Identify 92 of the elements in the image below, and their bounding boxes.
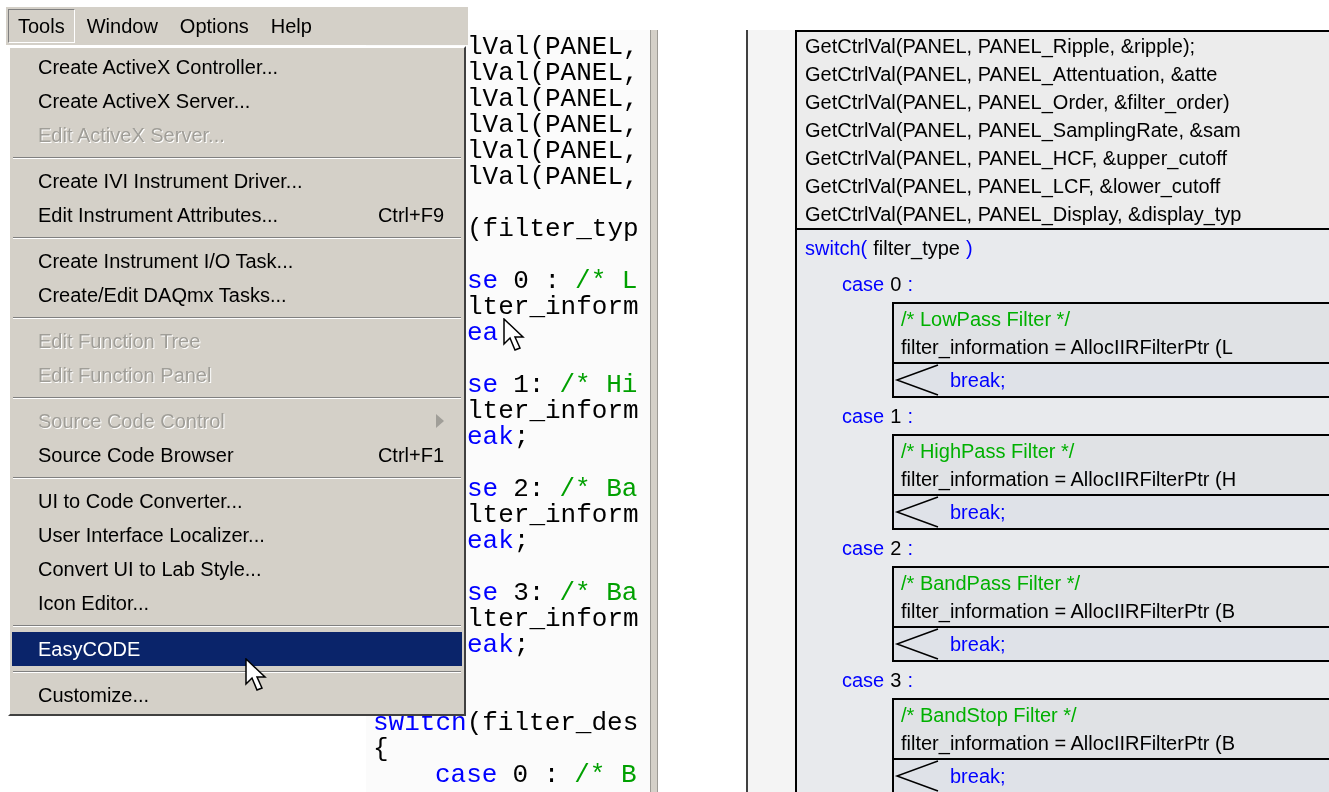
break-keyword: break;	[950, 500, 1006, 525]
comment-text: /* BandStop Filter */	[901, 703, 1077, 728]
code-token: (filter_des	[466, 710, 639, 736]
case-token: case	[842, 272, 885, 297]
break-keyword: break;	[950, 764, 1006, 789]
case-token: case	[842, 668, 885, 693]
code-token: lVal(PANEL,	[467, 60, 639, 86]
statement-text: filter_information = AllocIIRFilterPtr (B	[901, 599, 1235, 625]
statement-text: GetCtrlVal(PANEL, PANEL_Ripple, &ripple);	[805, 34, 1196, 60]
menu-bar-item[interactable]: Help	[260, 9, 322, 43]
submenu-arrow-icon	[436, 414, 444, 428]
menu-item[interactable]: Create ActiveX Controller...	[12, 50, 462, 84]
case-token: 1	[890, 404, 902, 429]
case-token: :	[907, 536, 913, 561]
statement-text: GetCtrlVal(PANEL, PANEL_HCF, &upper_cutoff	[805, 146, 1228, 172]
menu-item[interactable]: Convert UI to Lab Style...	[12, 552, 462, 586]
code-token: /* Ba	[559, 476, 638, 502]
case-token: case	[842, 404, 885, 429]
code-token: eak	[467, 528, 514, 554]
code-token: ea	[467, 320, 499, 346]
break-keyword: break;	[950, 368, 1006, 393]
menu-item[interactable]: Create IVI Instrument Driver...	[12, 164, 462, 198]
code-token: se	[467, 580, 499, 606]
code-token: lter_inform	[467, 294, 639, 320]
code-token: 1:	[513, 372, 545, 398]
code-token: 3:	[513, 580, 545, 606]
code-token: 0 :	[513, 268, 561, 294]
menu-item[interactable]: Icon Editor...	[12, 586, 462, 620]
shortcut-label: Ctrl+F9	[377, 203, 444, 228]
statement-text: GetCtrlVal(PANEL, PANEL_Attentuation, &atte	[805, 62, 1218, 88]
code-token: lVal(PANEL,	[467, 138, 639, 164]
comment-text: /* LowPass Filter */	[901, 307, 1070, 332]
shortcut-label: Ctrl+F1	[377, 443, 444, 468]
code-token: eak	[467, 632, 514, 658]
code-token: lter_inform	[467, 502, 639, 528]
code-token: case	[435, 762, 498, 788]
menu-item[interactable]: EasyCODE	[12, 632, 462, 666]
menu-item[interactable]: Edit Instrument Attributes... Ctrl+F9	[12, 198, 462, 232]
menu-bar-item[interactable]: Window	[76, 9, 168, 43]
switch-token: )	[965, 236, 973, 261]
code-token: {	[373, 736, 389, 762]
code-token: lter_inform	[467, 606, 639, 632]
splitter-bar[interactable]	[650, 30, 658, 792]
statement-text: filter_information = AllocIIRFilterPtr (H	[901, 467, 1237, 493]
menu-item[interactable]: Source Code Browser Ctrl+F1	[12, 438, 462, 472]
statement-text: GetCtrlVal(PANEL, PANEL_LCF, &lower_cutoff	[805, 174, 1221, 200]
menu-item[interactable]: Create ActiveX Server...	[12, 84, 462, 118]
case-token: :	[907, 404, 913, 429]
case-token: :	[907, 668, 913, 693]
menu-item[interactable]: User Interface Localizer...	[12, 518, 462, 552]
case-token: 2	[890, 536, 902, 561]
code-token: /* B	[573, 762, 637, 788]
code-token: (filter_typ	[467, 216, 639, 242]
menu-bar-item[interactable]: Tools	[8, 9, 75, 43]
statement-text: GetCtrlVal(PANEL, PANEL_SamplingRate, &sam	[805, 118, 1241, 144]
menu-item[interactable]: Create/Edit DAQmx Tasks...	[12, 278, 462, 312]
code-token: se	[467, 476, 499, 502]
statement-text: filter_information = AllocIIRFilterPtr (B	[901, 731, 1235, 757]
mouse-pointer-icon	[245, 658, 267, 692]
code-token: lVal(PANEL,	[467, 112, 639, 138]
comment-text: /* HighPass Filter */	[901, 439, 1075, 464]
code-token: ;	[513, 424, 530, 450]
code-token: 2:	[513, 476, 545, 502]
code-token: lter_inform	[467, 398, 639, 424]
code-token: lVal(PANEL,	[467, 86, 639, 112]
code-token: /* Hi	[559, 372, 638, 398]
statement-text: GetCtrlVal(PANEL, PANEL_Order, &filter_order)	[805, 90, 1230, 116]
mouse-pointer-icon	[503, 318, 525, 352]
comment-text: /* BandPass Filter */	[901, 571, 1080, 596]
code-token: lVal(PANEL,	[467, 164, 639, 190]
statement-text: GetCtrlVal(PANEL, PANEL_Display, &display_typ	[805, 202, 1242, 228]
case-token: 0	[890, 272, 902, 297]
code-token: eak	[467, 424, 514, 450]
code-token: /* L	[575, 268, 638, 294]
switch-token: switch(	[805, 236, 868, 261]
menu-item[interactable]: UI to Code Converter...	[12, 484, 462, 518]
menu-bar-item[interactable]: Options	[169, 9, 259, 43]
code-token: lVal(PANEL,	[467, 34, 639, 60]
menu-item[interactable]: Create Instrument I/O Task...	[12, 244, 462, 278]
case-token: :	[907, 272, 913, 297]
break-keyword: break;	[950, 632, 1006, 657]
code-token: /* Ba	[559, 580, 638, 606]
case-token: case	[842, 536, 885, 561]
code-token: ;	[513, 632, 530, 658]
statement-text: filter_information = AllocIIRFilterPtr (L	[901, 335, 1233, 361]
code-token: 0 :	[511, 762, 560, 788]
code-token: se	[467, 268, 499, 294]
code-token: ;	[513, 528, 530, 554]
code-token: se	[467, 372, 499, 398]
menu-item[interactable]: Customize...	[12, 678, 462, 712]
switch-token: filter_type	[873, 236, 960, 262]
case-token: 3	[890, 668, 902, 693]
